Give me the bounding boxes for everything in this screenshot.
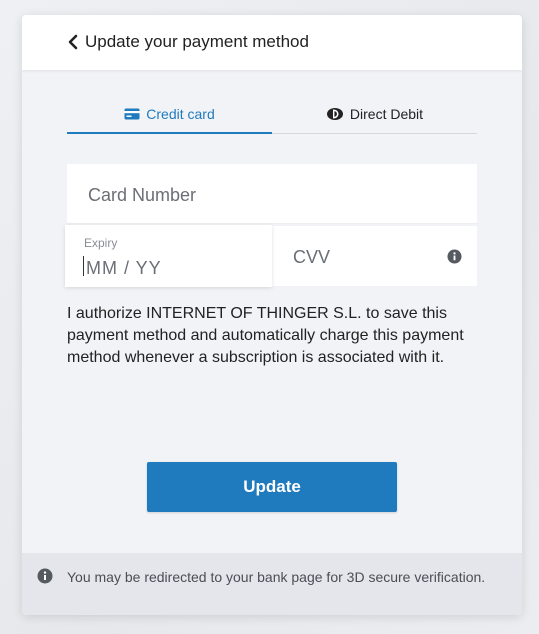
cvv-field — [272, 226, 477, 288]
tab-credit-card-label: Credit card — [146, 105, 215, 122]
dialog-header: Update your payment method — [22, 15, 522, 70]
tab-direct-debit[interactable]: Direct Debit — [272, 95, 477, 133]
card-number-field — [67, 164, 477, 226]
footer-note-text: You may be redirected to your bank page … — [67, 569, 486, 585]
update-button[interactable]: Update — [147, 462, 397, 512]
chevron-left-icon — [68, 34, 78, 50]
info-icon — [37, 568, 53, 584]
direct-debit-icon — [326, 108, 343, 120]
payment-tabs: Credit card Direct Debit — [67, 95, 477, 134]
text-cursor — [83, 256, 84, 276]
card-number-input[interactable] — [86, 164, 410, 226]
cvv-input[interactable] — [291, 226, 435, 288]
info-icon[interactable] — [447, 249, 462, 264]
back-button[interactable]: Update your payment method — [67, 29, 309, 55]
expiry-input[interactable] — [84, 255, 258, 281]
payment-method-dialog: Update your payment method Credit card D… — [22, 15, 522, 615]
expiry-field: Expiry — [65, 225, 272, 287]
dialog-title: Update your payment method — [85, 32, 309, 51]
tab-credit-card[interactable]: Credit card — [67, 95, 272, 134]
tab-direct-debit-label: Direct Debit — [349, 106, 424, 122]
secure-verification-note: You may be redirected to your bank page … — [22, 553, 522, 615]
authorization-text: I authorize INTERNET OF THINGER S.L. to … — [67, 305, 464, 366]
credit-card-icon — [124, 108, 140, 119]
expiry-label: Expiry — [84, 236, 118, 250]
